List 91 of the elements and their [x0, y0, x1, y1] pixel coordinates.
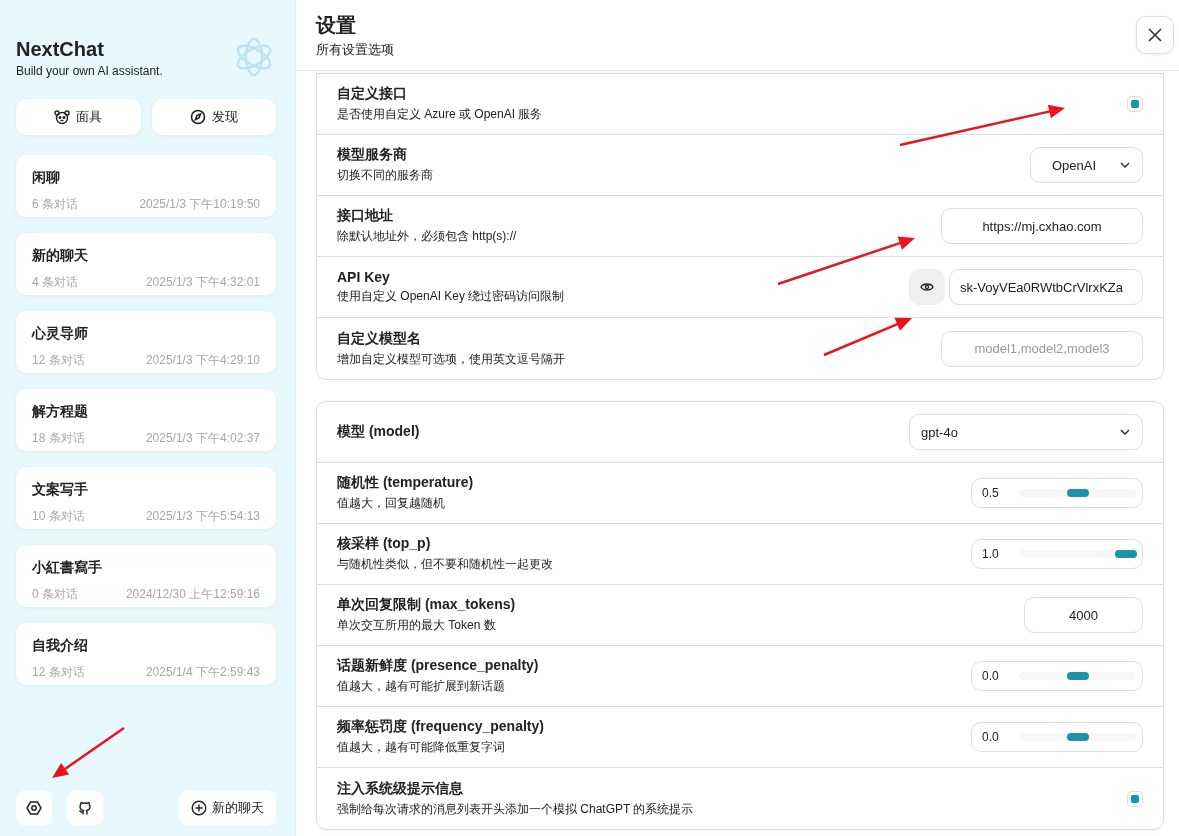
setting-title: 频率惩罚度 (frequency_penalty) [337, 718, 544, 736]
chat-time: 2025/1/3 下午4:29:10 [145, 352, 260, 369]
slider-value: 0.0 [982, 669, 1000, 683]
setting-title: 单次回复限制 (max_tokens) [337, 596, 516, 614]
chevron-down-icon [1120, 429, 1130, 435]
github-icon [77, 800, 93, 816]
chat-item[interactable]: 新的聊天 4 条对话 2025/1/3 下午4:32:01 [16, 233, 276, 295]
slider-thumb[interactable] [1066, 733, 1089, 741]
setting-description: 切换不同的服务商 [337, 167, 433, 184]
chat-item[interactable]: 小紅書寫手 0 条对话 2024/12/30 上午12:59:16 [16, 545, 276, 607]
select-dropdown[interactable]: OpenAI [1030, 147, 1143, 183]
chat-count: 10 条对话 [32, 508, 85, 525]
setting-description: 值越大，越有可能扩展到新话题 [337, 678, 506, 695]
setting-description: 使用自定义 OpenAI Key 绕过密码访问限制 [337, 288, 565, 305]
chat-time: 2025/1/3 下午4:02:37 [145, 430, 260, 447]
chat-title: 小紅書寫手 [32, 559, 103, 577]
chat-title: 自我介绍 [32, 637, 89, 655]
slider-value: 0.5 [982, 486, 1000, 500]
chat-time: 2025/1/3 下午10:19:50 [139, 196, 260, 213]
slider-control[interactable]: 0.0 [971, 722, 1143, 752]
settings-icon [26, 800, 42, 816]
setting-title: 核采样 (top_p) [337, 535, 432, 553]
setting-description: 值越大，越有可能降低重复字词 [337, 739, 506, 756]
slider-control[interactable]: 0.0 [971, 661, 1143, 691]
setting-description: 值越大，回复越随机 [337, 495, 446, 512]
chat-title: 新的聊天 [32, 247, 89, 265]
chevron-down-icon [1120, 162, 1130, 168]
page-subtitle: 所有设置选项 [316, 40, 394, 59]
show-password-button[interactable] [909, 269, 945, 305]
chat-count: 4 条对话 [32, 274, 78, 291]
text-input[interactable]: https://mj.cxhao.com [941, 208, 1143, 244]
slider-control[interactable]: 1.0 [971, 539, 1143, 569]
chat-time: 2025/1/3 下午5:54:13 [145, 508, 260, 525]
chat-title: 文案写手 [32, 481, 89, 499]
sidebar-button[interactable]: 面具 [16, 99, 141, 135]
settings-button[interactable] [16, 790, 52, 826]
sidebar-button[interactable]: 发现 [151, 99, 276, 135]
api-key-input[interactable]: sk-VoyVEa0RWtbCrVlrxKZa [949, 269, 1143, 305]
setting-title: 注入系统级提示信息 [337, 779, 464, 798]
slider-thumb[interactable] [1114, 550, 1137, 558]
select-dropdown[interactable]: gpt-4o [909, 414, 1143, 450]
chat-item[interactable]: 解方程题 18 条对话 2025/1/3 下午4:02:37 [16, 389, 276, 451]
close-icon [1148, 28, 1162, 42]
chat-time: 2025/1/3 下午4:32:01 [145, 274, 260, 291]
chat-count: 6 条对话 [32, 196, 78, 213]
chat-item[interactable]: 文案写手 10 条对话 2025/1/3 下午5:54:13 [16, 467, 276, 529]
setting-title: API Key [337, 269, 391, 285]
setting-description: 强制给每次请求的消息列表开头添加一个模拟 ChatGPT 的系统提示 [337, 800, 694, 818]
setting-title: 自定义模型名 [337, 329, 422, 348]
slider-thumb[interactable] [1066, 672, 1089, 680]
slider-value: 1.0 [982, 547, 1000, 561]
setting-title: 随机性 (temperature) [337, 474, 474, 492]
slider-value: 0.0 [982, 730, 1000, 744]
chat-title: 解方程题 [32, 403, 89, 421]
slider-thumb[interactable] [1066, 489, 1089, 497]
setting-title: 话题新鲜度 (presence_penalty) [337, 657, 539, 675]
github-button[interactable] [67, 790, 103, 826]
page-title: 设置 [316, 12, 357, 38]
app-title: NextChat [16, 38, 105, 61]
chat-time: 2025/1/4 下午2:59:43 [145, 664, 260, 681]
text-input[interactable]: model1,model2,model3 [941, 330, 1143, 367]
checkbox[interactable] [1127, 790, 1143, 807]
chat-title: 心灵导师 [32, 325, 89, 343]
compass-icon [189, 109, 206, 125]
chat-count: 12 条对话 [32, 664, 85, 681]
setting-description: 增加自定义模型可选项，使用英文逗号隔开 [337, 350, 565, 368]
slider-control[interactable]: 0.5 [971, 478, 1143, 508]
chat-time: 2024/12/30 上午12:59:16 [125, 586, 260, 603]
number-input[interactable]: 4000 [1024, 597, 1143, 633]
eye-icon [920, 282, 934, 292]
setting-description: 单次交互所用的最大 Token 数 [337, 617, 497, 634]
mask-icon [54, 109, 71, 125]
chat-item[interactable]: 闲聊 6 条对话 2025/1/3 下午10:19:50 [16, 155, 276, 217]
checkbox[interactable] [1127, 96, 1143, 112]
setting-description: 除默认地址外，必须包含 http(s):// [337, 228, 517, 245]
chat-count: 0 条对话 [32, 586, 78, 603]
setting-description: 与随机性类似，但不要和随机性一起更改 [337, 556, 553, 573]
new-chat-button[interactable]: 新的聊天 [179, 790, 276, 826]
chat-count: 18 条对话 [32, 430, 85, 447]
setting-title: 接口地址 [337, 207, 394, 225]
setting-title: 自定义接口 [337, 85, 408, 103]
setting-title: 模型服务商 [337, 146, 408, 164]
chat-count: 12 条对话 [32, 352, 85, 369]
setting-title: 模型 (model) [337, 423, 420, 441]
app-subtitle: Build your own AI assistant. [16, 64, 163, 78]
chat-item[interactable]: 自我介绍 12 条对话 2025/1/4 下午2:59:43 [16, 623, 276, 685]
setting-description: 是否使用自定义 Azure 或 OpenAI 服务 [337, 106, 543, 123]
chat-item[interactable]: 心灵导师 12 条对话 2025/1/3 下午4:29:10 [16, 311, 276, 373]
close-button[interactable] [1136, 16, 1174, 54]
plus-circle-icon [191, 800, 207, 816]
chat-title: 闲聊 [32, 169, 61, 187]
